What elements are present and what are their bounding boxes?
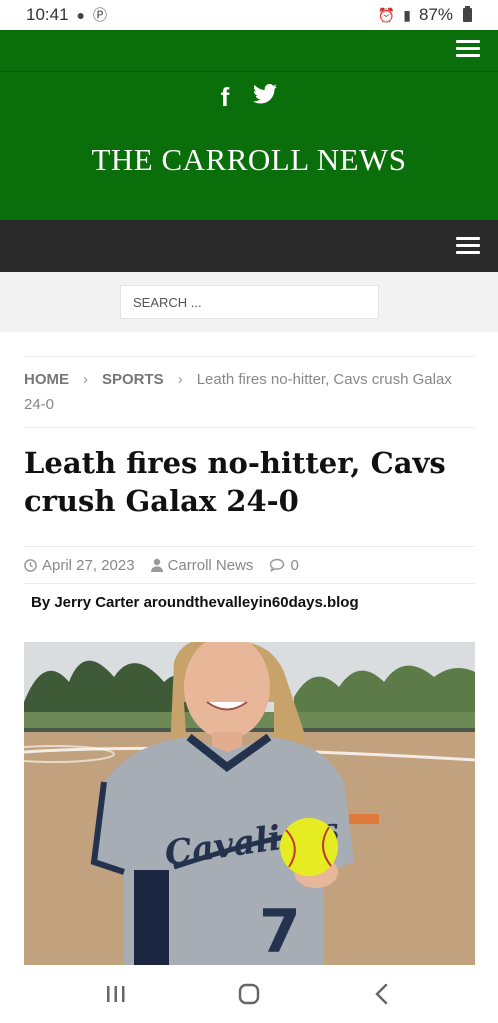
article-photo[interactable]: Cavaliers 7 [24, 642, 475, 965]
wordpress-icon: Ⓟ [93, 7, 108, 23]
breadcrumb-sports[interactable]: SPORTS [102, 371, 164, 388]
site-title[interactable]: THE CARROLL NEWS [0, 142, 498, 178]
search-area [0, 272, 498, 332]
nav-bar [0, 220, 498, 272]
meta-author[interactable]: Carroll News [150, 556, 254, 574]
status-left: 10:41 ● Ⓟ [26, 5, 107, 25]
date-text: April 27, 2023 [42, 556, 135, 574]
status-bar: 10:41 ● Ⓟ ⏰ ▮ 87% [0, 0, 498, 30]
system-nav-bar [0, 965, 498, 1023]
comment-count: 0 [290, 556, 299, 574]
recent-apps-icon[interactable] [96, 974, 136, 1014]
jersey-number: 7 [259, 897, 301, 965]
signal-icon: ▮ [403, 6, 411, 23]
alarm-icon: ⏰ [377, 6, 396, 23]
meta-date[interactable]: April 27, 2023 [24, 557, 135, 574]
site-header: f THE CARROLL NEWS [0, 72, 498, 220]
author-text: Carroll News [167, 556, 254, 574]
nav-menu-icon[interactable] [456, 237, 480, 255]
top-bar [0, 30, 498, 72]
breadcrumb: HOME › SPORTS › Leath fires no-hitter, Cavs … [24, 356, 475, 428]
breadcrumb-current: Leath fires no-hitter, Cavs crush Galax … [24, 371, 452, 413]
article-byline: By Jerry Carter aroundthevalleyin60days.… [31, 594, 359, 611]
comment-icon [270, 558, 285, 572]
battery-percent: 87% [418, 5, 453, 24]
notification-icon: ● [76, 7, 86, 23]
home-icon[interactable] [229, 974, 269, 1014]
facebook-icon[interactable]: f [221, 84, 230, 110]
user-icon [150, 558, 163, 572]
clock-icon [24, 558, 37, 572]
twitter-icon[interactable] [253, 84, 278, 110]
article-title: Leath fires no-hitter, Cavs crush Galax … [24, 446, 446, 518]
breadcrumb-home[interactable]: HOME [24, 371, 69, 388]
chevron-right-icon: › [83, 371, 88, 388]
chevron-right-icon: › [177, 371, 183, 388]
status-right: ⏰ ▮ 87% [378, 5, 472, 25]
social-links: f [0, 84, 498, 110]
meta-comments[interactable]: 0 [269, 556, 299, 574]
top-menu-icon[interactable] [456, 40, 480, 58]
battery-icon [463, 6, 472, 22]
photo-illustration: Cavaliers 7 [24, 642, 475, 965]
back-icon[interactable] [362, 974, 402, 1014]
article-meta: April 27, 2023 Carroll News 0 [24, 546, 475, 584]
status-time: 10:41 [26, 5, 69, 24]
search-input[interactable] [120, 285, 379, 319]
